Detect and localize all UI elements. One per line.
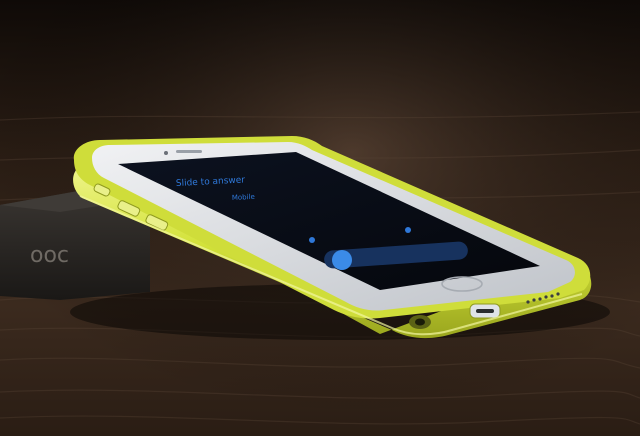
answer-slider-knob [332, 250, 352, 270]
screen-subline: Mobile [232, 193, 255, 202]
photo-scene: ooc Slide to answer Mobile [0, 0, 640, 436]
screen-dot-left [309, 237, 315, 243]
scene-svg: ooc Slide to answer Mobile [0, 0, 640, 436]
screen-dot-right [405, 227, 411, 233]
earpiece [176, 150, 202, 153]
front-camera [164, 151, 168, 155]
box-label: ooc [30, 243, 69, 268]
